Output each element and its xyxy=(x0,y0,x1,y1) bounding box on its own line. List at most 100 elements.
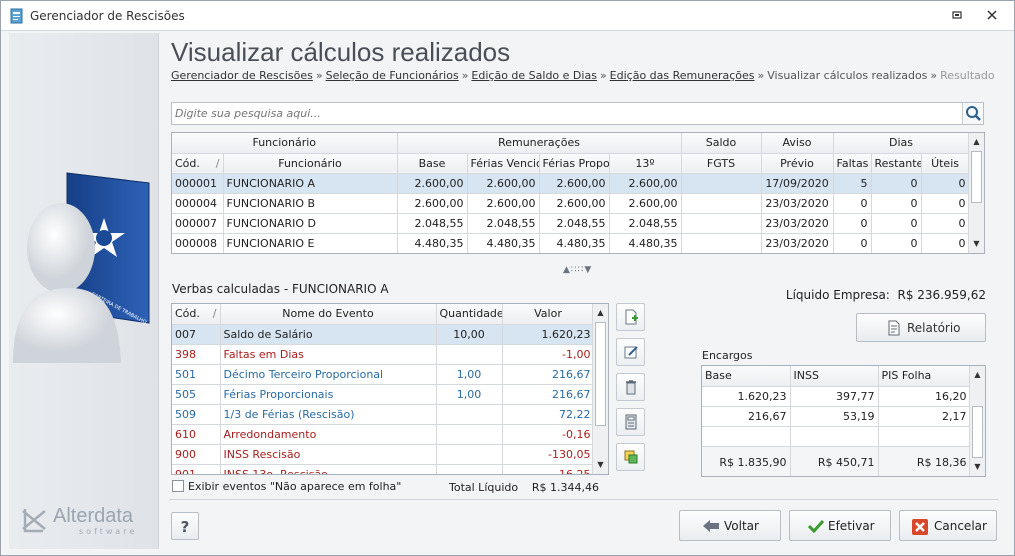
table-cell: 0 xyxy=(833,213,872,234)
table-row[interactable]: 1.620,23 397,77 16,20 xyxy=(702,386,971,407)
calculator-button[interactable] xyxy=(616,408,645,436)
scroll-up-icon[interactable]: ▲ xyxy=(969,135,984,149)
column-header[interactable]: PIS Folha xyxy=(878,366,971,387)
total-value: R$ 1.344,46 xyxy=(531,481,599,494)
table-cell: 0 xyxy=(871,193,922,214)
breadcrumb-separator: » xyxy=(930,69,938,82)
list-item[interactable]: 509 1/3 de Férias (Rescisão) 72,22 xyxy=(172,404,595,425)
column-header[interactable]: Férias Vencid xyxy=(467,153,540,174)
relatorio-label: Relatório xyxy=(907,321,961,335)
table-row[interactable]: 000001 FUNCIONARIO A 2.600,00 2.600,00 2.600… xyxy=(172,173,970,194)
table-cell: 4.480,35 xyxy=(397,233,468,253)
table-cell: 2.600,00 xyxy=(397,193,468,214)
trash-icon xyxy=(626,380,636,395)
table-cell: 5 xyxy=(833,173,872,194)
add-event-button[interactable] xyxy=(616,303,645,331)
event-qtd xyxy=(436,404,503,425)
column-header[interactable]: INSS xyxy=(790,366,879,387)
list-item[interactable]: 610 Arredondamento -0,16 xyxy=(172,424,595,445)
table-cell: 000008 xyxy=(172,233,224,253)
efetivar-button[interactable]: Efetivar xyxy=(789,510,891,541)
event-qtd: 1,00 xyxy=(436,384,503,405)
list-item[interactable]: 900 INSS Rescisão -130,05 xyxy=(172,444,595,465)
table-cell: 2.600,00 xyxy=(609,173,682,194)
encargos-scrollbar[interactable]: ▲ ▼ xyxy=(969,366,985,476)
recalculate-button[interactable] xyxy=(616,443,645,471)
event-valor: 216,67 xyxy=(502,364,595,385)
column-header[interactable]: Valor xyxy=(502,304,595,325)
event-cod: 007 xyxy=(172,324,221,345)
scroll-down-icon[interactable]: ▼ xyxy=(970,460,985,474)
table-row[interactable]: 216,67 53,19 2,17 xyxy=(702,406,971,427)
cancel-button[interactable]: Cancelar xyxy=(899,510,997,541)
event-cod: 901 xyxy=(172,464,221,474)
close-window-button[interactable] xyxy=(981,7,1003,25)
column-header[interactable]: Prévio xyxy=(761,153,834,174)
column-header[interactable]: Cód. / xyxy=(172,153,224,174)
breadcrumb-item[interactable]: Edição das Remunerações xyxy=(610,69,755,82)
show-hidden-events-checkbox[interactable]: Exibir eventos "Não aparece em folha" xyxy=(172,480,401,493)
scroll-thumb[interactable] xyxy=(971,151,982,203)
column-header[interactable]: Férias Propo xyxy=(539,153,610,174)
table-row[interactable]: 000004 FUNCIONARIO B 2.600,00 2.600,00 2.600… xyxy=(172,193,970,214)
column-header[interactable]: FGTS xyxy=(681,153,762,174)
scroll-down-icon[interactable]: ▼ xyxy=(593,458,608,472)
event-nome: 1/3 de Férias (Rescisão) xyxy=(220,404,437,425)
scroll-thumb[interactable] xyxy=(972,406,983,458)
column-header[interactable]: Restante xyxy=(871,153,922,174)
column-header[interactable]: 13º xyxy=(609,153,682,174)
table-cell: 2.048,55 xyxy=(397,213,468,234)
column-header[interactable]: Úteis xyxy=(921,153,970,174)
table-cell: 0 xyxy=(871,233,922,253)
back-button[interactable]: Voltar xyxy=(679,510,781,541)
employees-scrollbar[interactable]: ▲ ▼ xyxy=(968,133,984,253)
column-header[interactable]: Funcionário xyxy=(223,153,398,174)
report-icon xyxy=(888,320,900,336)
search-button[interactable] xyxy=(962,103,983,124)
divider xyxy=(169,499,999,500)
verbas-scrollbar[interactable]: ▲ ▼ xyxy=(592,304,608,474)
list-item[interactable]: 901 INSS 13o. Rescisão -16,25 xyxy=(172,464,595,474)
list-item[interactable]: 501 Décimo Terceiro Proporcional 1,00 216,6… xyxy=(172,364,595,385)
column-header[interactable]: Quantidade xyxy=(436,304,503,325)
logo-subtext: software xyxy=(79,527,138,536)
edit-event-button[interactable] xyxy=(616,338,645,366)
check-icon xyxy=(808,519,824,533)
column-header[interactable]: Nome do Evento xyxy=(220,304,437,325)
group-header-aviso: Aviso xyxy=(761,133,834,154)
column-header[interactable]: Base xyxy=(397,153,468,174)
table-cell: 4.480,35 xyxy=(609,233,682,253)
table-row[interactable]: 000007 FUNCIONARIO D 2.048,55 2.048,55 2.048… xyxy=(172,213,970,234)
column-header[interactable]: Cód. / xyxy=(172,304,221,325)
table-cell: 2.048,55 xyxy=(609,213,682,234)
checkbox-box[interactable] xyxy=(172,480,184,492)
breadcrumb-separator: » xyxy=(461,69,469,82)
list-item[interactable]: 505 Férias Proporcionais 1,00 216,67 xyxy=(172,384,595,405)
group-header-funcionario: Funcionário xyxy=(172,133,398,154)
scroll-thumb[interactable] xyxy=(595,322,606,426)
search-input[interactable] xyxy=(172,103,962,124)
column-header[interactable]: Faltas xyxy=(833,153,872,174)
restore-button[interactable] xyxy=(946,7,968,25)
breadcrumb-item[interactable]: Seleção de Funcionários xyxy=(326,69,459,82)
table-cell xyxy=(681,233,762,253)
breadcrumb-item[interactable]: Gerenciador de Rescisões xyxy=(171,69,313,82)
help-button[interactable]: ? xyxy=(171,512,199,540)
list-item[interactable]: 007 Saldo de Salário 10,00 1.620,23 xyxy=(172,324,595,345)
relatorio-button[interactable]: Relatório xyxy=(856,313,986,342)
calculator-icon xyxy=(625,414,637,430)
side-banner: CARTEIRA DE TRABALHO Alterdata software xyxy=(9,33,159,549)
table-row[interactable]: 000008 FUNCIONARIO E 4.480,35 4.480,35 4.480… xyxy=(172,233,970,253)
list-item[interactable]: 398 Faltas em Dias -1,00 xyxy=(172,344,595,365)
delete-event-button[interactable] xyxy=(616,373,645,401)
back-label: Voltar xyxy=(724,519,759,533)
splitter-handle[interactable]: ▲∷∷▼ xyxy=(563,265,592,275)
scroll-up-icon[interactable]: ▲ xyxy=(970,368,985,382)
event-qtd xyxy=(436,424,503,445)
search-box xyxy=(171,102,984,125)
breadcrumb-item[interactable]: Edição de Saldo e Dias xyxy=(471,69,597,82)
total-label: Total Líquido xyxy=(449,481,519,494)
scroll-up-icon[interactable]: ▲ xyxy=(593,306,608,320)
scroll-down-icon[interactable]: ▼ xyxy=(969,237,984,251)
column-header[interactable]: Base xyxy=(702,366,791,387)
